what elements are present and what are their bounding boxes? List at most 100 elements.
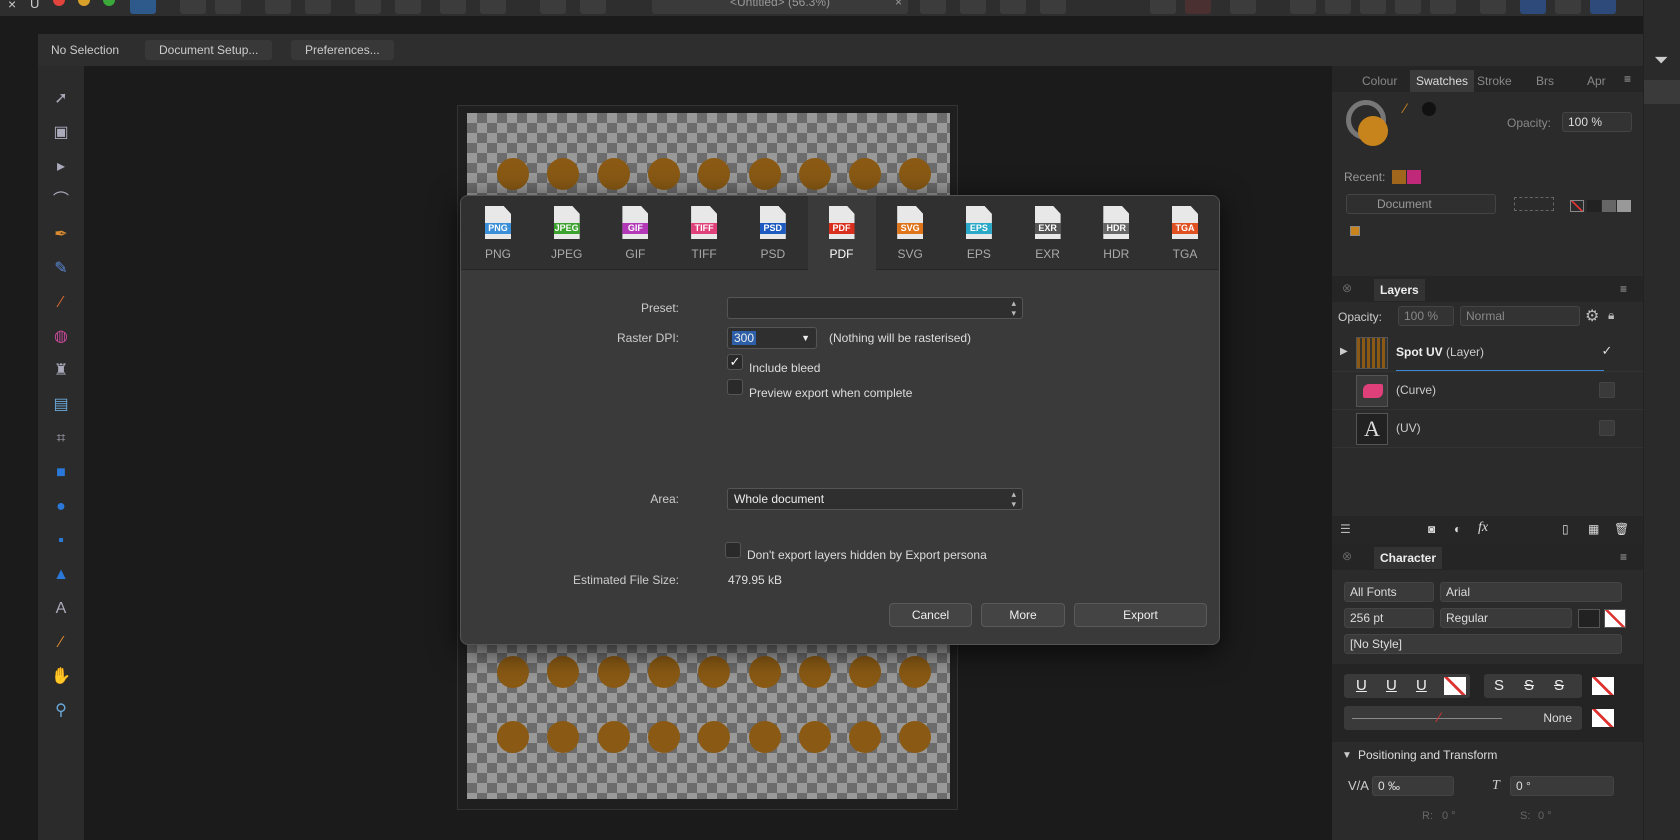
area-select[interactable]: Whole document ▴▾ xyxy=(727,488,1023,510)
adjustment-icon[interactable]: ◐ xyxy=(1454,522,1461,536)
tab-appearance[interactable]: Apr xyxy=(1587,74,1606,88)
tab-stroke[interactable]: Stroke xyxy=(1477,74,1512,88)
corner-tool-icon[interactable]: ⌒ xyxy=(50,190,72,212)
circle-shape[interactable] xyxy=(849,656,881,688)
circle-shape[interactable] xyxy=(497,656,529,688)
triangle-tool-icon[interactable]: ▲ xyxy=(50,564,72,586)
studio-item-selected[interactable] xyxy=(1644,80,1680,104)
group-icon[interactable]: ▦ xyxy=(1588,522,1599,536)
toolbar-icon[interactable] xyxy=(1590,0,1616,14)
circle-shape[interactable] xyxy=(648,721,680,753)
node-tool-icon[interactable]: ▸ xyxy=(50,156,72,178)
layer-visibility-checkbox[interactable]: ✓ xyxy=(1599,344,1615,360)
brush-tool-icon[interactable]: ⁄ xyxy=(50,292,72,314)
layers-stack-icon[interactable]: ☰ xyxy=(1340,522,1351,536)
format-tab-svg[interactable]: SVGSVG xyxy=(876,196,944,270)
format-tab-gif[interactable]: GIFGIF xyxy=(601,196,669,270)
circle-shape[interactable] xyxy=(598,721,630,753)
rectangle-tool-icon[interactable]: ■ xyxy=(50,462,72,484)
swatch-fill-mini[interactable] xyxy=(1350,226,1360,236)
move-tool-icon[interactable]: ➚ xyxy=(50,88,72,110)
circle-shape[interactable] xyxy=(899,158,931,190)
preview-export-checkbox[interactable] xyxy=(727,379,743,395)
toolbar-icon[interactable] xyxy=(440,0,466,14)
artboard-tool-icon[interactable]: ▣ xyxy=(50,122,72,144)
cancel-button[interactable]: Cancel xyxy=(889,603,972,627)
circle-shape[interactable] xyxy=(899,656,931,688)
toolbar-icon[interactable] xyxy=(1360,0,1386,14)
circle-shape[interactable] xyxy=(648,656,680,688)
more-button[interactable]: More xyxy=(981,603,1065,627)
underline-icon[interactable]: U xyxy=(1356,674,1367,698)
layer-row[interactable]: A (UV) xyxy=(1332,410,1643,448)
outline-color-none[interactable] xyxy=(1592,709,1614,727)
format-tab-exr[interactable]: EXREXR xyxy=(1014,196,1082,270)
format-tab-png[interactable]: PNGPNG xyxy=(464,196,532,270)
crop-tool-icon[interactable]: ⌗ xyxy=(50,428,72,450)
rounded-rect-tool-icon[interactable]: ▪ xyxy=(50,530,72,552)
eyedropper-icon[interactable]: ⁄ xyxy=(1404,100,1406,116)
layer-row[interactable]: (Curve) xyxy=(1332,372,1643,410)
toolbar-icon[interactable] xyxy=(960,0,986,14)
toolbar-icon[interactable] xyxy=(305,0,331,14)
close-tab-icon[interactable]: × xyxy=(895,0,902,10)
circle-shape[interactable] xyxy=(648,158,680,190)
color-picker-icon[interactable]: ⁄ xyxy=(50,632,72,654)
filter-icon[interactable]: ⏷ xyxy=(1654,50,1668,71)
palette-select[interactable]: Document xyxy=(1346,194,1496,214)
format-tab-jpeg[interactable]: JPEGJPEG xyxy=(533,196,601,270)
font-size-field[interactable]: 256 pt xyxy=(1344,608,1434,628)
toolbar-icon[interactable] xyxy=(1430,0,1456,14)
layers-title[interactable]: Layers xyxy=(1374,279,1425,301)
fill-tool-icon[interactable]: ◍ xyxy=(50,326,72,348)
designer-persona-icon[interactable] xyxy=(130,0,156,14)
transparency-tool-icon[interactable]: ♜ xyxy=(50,360,72,382)
close-icon[interactable]: × xyxy=(8,0,16,12)
text-tool-icon[interactable]: A xyxy=(50,598,72,620)
kerning-field[interactable]: 0 ‰ xyxy=(1372,776,1454,796)
tab-colour[interactable]: Colour xyxy=(1362,74,1397,88)
toolbar-icon[interactable] xyxy=(1520,0,1546,14)
circle-shape[interactable] xyxy=(547,656,579,688)
blend-mode-select[interactable]: Normal xyxy=(1460,306,1580,326)
color-mode-icon[interactable] xyxy=(1422,102,1436,116)
raster-dpi-field[interactable]: 300 ▼ xyxy=(727,327,817,349)
toolbar-icon[interactable] xyxy=(580,0,606,14)
export-button[interactable]: Export xyxy=(1074,603,1207,627)
document-tab[interactable]: <Untitled> (56.3%) × xyxy=(652,0,908,14)
paragraph-style-select[interactable]: [No Style] xyxy=(1344,634,1622,654)
circle-shape[interactable] xyxy=(497,158,529,190)
toolbar-icon[interactable] xyxy=(540,0,566,14)
toolbar-icon[interactable] xyxy=(1000,0,1026,14)
toolbar-icon[interactable] xyxy=(1325,0,1351,14)
font-style-select[interactable]: Regular xyxy=(1440,608,1572,628)
format-tab-tga[interactable]: TGATGA xyxy=(1151,196,1219,270)
circle-shape[interactable] xyxy=(698,656,730,688)
strike-color-none[interactable] xyxy=(1592,677,1614,695)
skew-field[interactable]: 0 ° xyxy=(1510,776,1614,796)
toolbar-icon[interactable] xyxy=(920,0,946,14)
pixel-persona-icon[interactable] xyxy=(180,0,206,14)
layer-row[interactable]: ▶ Spot UV (Layer) ✓ xyxy=(1332,334,1643,372)
circle-shape[interactable] xyxy=(749,721,781,753)
format-tab-eps[interactable]: EPSEPS xyxy=(945,196,1013,270)
swatch-black[interactable] xyxy=(1587,200,1601,212)
swatch-options-icon[interactable] xyxy=(1514,197,1554,211)
traffic-light-close[interactable] xyxy=(53,0,65,6)
font-family-select[interactable]: Arial xyxy=(1440,582,1622,602)
panel-menu-icon[interactable]: ≡ xyxy=(1620,282,1627,296)
layer-opacity-field[interactable]: 100 % xyxy=(1398,306,1454,326)
trash-icon[interactable]: 🗑︎ xyxy=(1614,522,1629,536)
toolbar-icon[interactable] xyxy=(1040,0,1066,14)
circle-shape[interactable] xyxy=(799,721,831,753)
font-collection-select[interactable]: All Fonts xyxy=(1344,582,1434,602)
toolbar-icon[interactable] xyxy=(480,0,506,14)
include-bleed-checkbox[interactable]: ✓ xyxy=(727,354,743,370)
pencil-tool-icon[interactable]: ✎ xyxy=(50,258,72,280)
toolbar-icon[interactable] xyxy=(1555,0,1581,14)
text-color-swatch[interactable] xyxy=(1578,609,1600,628)
circle-shape[interactable] xyxy=(497,721,529,753)
preferences-button[interactable]: Preferences... xyxy=(291,40,394,60)
add-layer-icon[interactable]: ▯ xyxy=(1562,522,1569,536)
double-underline-icon[interactable]: U xyxy=(1386,674,1397,698)
